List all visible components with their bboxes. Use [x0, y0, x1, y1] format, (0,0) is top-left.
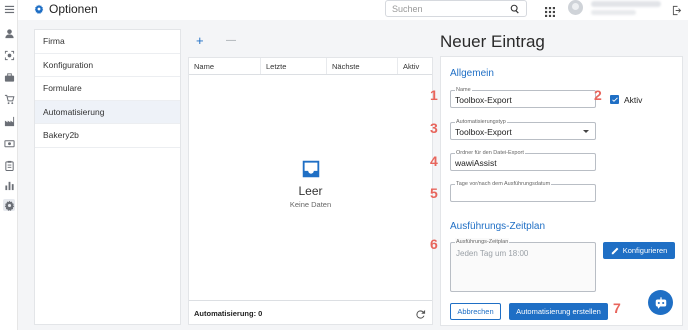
create-automation-button[interactable]: Automatisierung erstellen — [509, 303, 608, 320]
target-icon[interactable] — [3, 49, 15, 61]
automation-table: Name Letzte Nächste Aktiv Leer Keine Dat… — [188, 57, 433, 325]
list-toolbar: + — — [188, 33, 433, 51]
clipboard-icon[interactable] — [3, 159, 15, 171]
settings-nav: Firma Konfiguration Formulare Automatisi… — [34, 29, 181, 325]
section-general-heading: Allgemein — [450, 68, 494, 79]
factory-icon[interactable] — [3, 115, 15, 127]
days-offset-field[interactable]: Tage vor/nach dem Ausführungsdatum — [450, 180, 596, 202]
checkmark-icon — [611, 96, 618, 102]
name-value: Toolbox-Export — [455, 95, 512, 105]
table-header: Name Letzte Nächste Aktiv — [189, 58, 432, 75]
add-button[interactable]: + — [196, 33, 204, 49]
briefcase-icon[interactable] — [3, 71, 15, 83]
search-input[interactable] — [392, 3, 510, 14]
logout-icon[interactable] — [672, 3, 683, 16]
column-header-aktiv[interactable]: Aktiv — [398, 58, 432, 74]
annotation-marker-3: 3 — [430, 120, 438, 136]
pencil-icon — [611, 247, 618, 254]
cart-icon[interactable] — [3, 93, 15, 105]
menu-icon[interactable] — [3, 3, 15, 15]
gear-icon[interactable] — [3, 199, 15, 211]
annotation-marker-7: 7 — [613, 300, 621, 316]
inbox-icon — [300, 158, 322, 180]
record-count: Automatisierung: 0 — [194, 309, 263, 318]
name-field[interactable]: Name Toolbox-Export — [450, 86, 596, 108]
cancel-button[interactable]: Abbrechen — [450, 303, 501, 320]
column-header-name[interactable]: Name — [189, 58, 261, 74]
nav-item-formulare[interactable]: Formulare — [35, 77, 180, 101]
side-rail — [0, 0, 18, 330]
page-title: Optionen — [49, 2, 98, 16]
help-chat-button[interactable] — [648, 290, 673, 315]
configure-button[interactable]: Konfigurieren — [603, 242, 675, 259]
section-schedule-heading: Ausführungs-Zeitplan — [450, 221, 546, 232]
remove-button[interactable]: — — [226, 33, 236, 49]
schedule-label: Ausführungs-Zeitplan — [455, 238, 510, 246]
annotation-marker-6: 6 — [430, 236, 438, 252]
active-checkbox[interactable] — [610, 95, 619, 104]
apps-grid-icon[interactable] — [545, 4, 555, 17]
automation-type-label: Automatisierungstyp — [455, 118, 507, 126]
schedule-placeholder: Jeden Tag um 18:00 — [456, 249, 529, 258]
column-header-letzte[interactable]: Letzte — [261, 58, 327, 74]
page-header: Optionen — [34, 2, 98, 16]
money-icon[interactable] — [3, 137, 15, 149]
automation-type-value: Toolbox-Export — [455, 127, 512, 137]
automation-type-select[interactable]: Automatisierungstyp Toolbox-Export — [450, 118, 596, 140]
settings-gear-icon — [34, 4, 44, 14]
active-label: Aktiv — [624, 95, 643, 105]
days-offset-label: Tage vor/nach dem Ausführungsdatum — [455, 180, 552, 188]
refresh-icon[interactable] — [415, 307, 426, 319]
table-footer: Automatisierung: 0 — [189, 300, 432, 324]
chevron-down-icon[interactable] — [583, 130, 589, 133]
nav-item-bakery2b[interactable]: Bakery2b — [35, 124, 180, 148]
export-folder-label: Ordner für den Datei-Export — [455, 149, 525, 157]
nav-item-firma[interactable]: Firma — [35, 30, 180, 54]
empty-state: Leer Keine Daten — [189, 158, 432, 209]
user-name-blurred — [591, 1, 661, 7]
search-icon[interactable] — [510, 4, 520, 14]
export-folder-value: wawiAssist — [455, 158, 497, 168]
avatar[interactable] — [568, 0, 583, 15]
chatbot-icon — [655, 296, 666, 309]
new-entry-form: Allgemein Name Toolbox-Export Aktiv Auto… — [440, 56, 683, 326]
configure-label: Konfigurieren — [622, 246, 668, 255]
empty-subtitle: Keine Daten — [289, 200, 332, 209]
nav-item-konfiguration[interactable]: Konfiguration — [35, 54, 180, 77]
nav-item-automatisierung[interactable]: Automatisierung — [35, 100, 180, 124]
bar-chart-icon[interactable] — [3, 179, 15, 191]
annotation-marker-1: 1 — [430, 87, 438, 103]
annotation-marker-4: 4 — [430, 153, 438, 169]
empty-title: Leer — [298, 184, 323, 198]
annotation-marker-2: 2 — [594, 87, 602, 103]
annotation-marker-5: 5 — [430, 185, 438, 201]
top-bar: Optionen — [18, 0, 688, 20]
column-header-naechste[interactable]: Nächste — [327, 58, 398, 74]
search-box[interactable] — [385, 0, 527, 17]
user-company-blurred — [591, 10, 636, 15]
user-icon[interactable] — [3, 27, 15, 39]
schedule-field[interactable]: Ausführungs-Zeitplan Jeden Tag um 18:00 — [450, 238, 596, 292]
form-title: Neuer Eintrag — [440, 32, 545, 51]
export-folder-field[interactable]: Ordner für den Datei-Export wawiAssist — [450, 149, 596, 171]
name-label: Name — [455, 86, 472, 94]
